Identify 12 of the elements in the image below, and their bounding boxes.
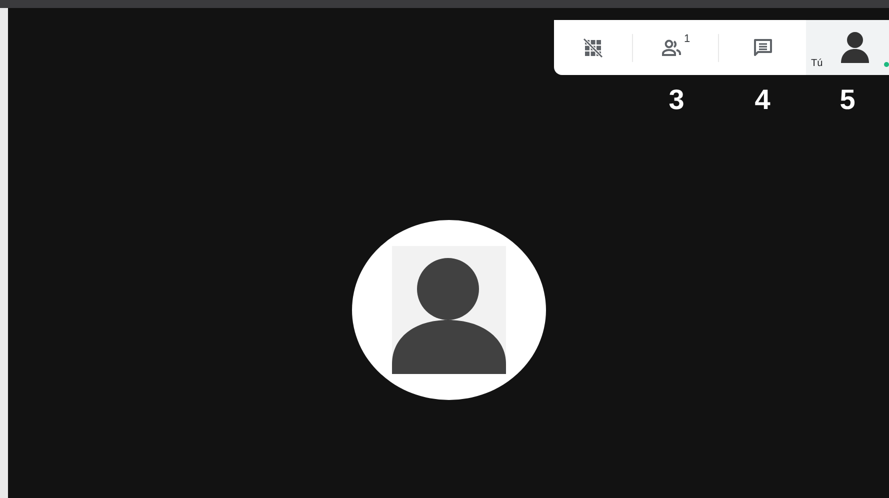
self-label: Tú xyxy=(811,58,823,69)
participant-count: 1 xyxy=(684,33,690,45)
self-tile[interactable]: Tú xyxy=(806,20,889,75)
person-icon xyxy=(392,246,506,374)
people-icon xyxy=(660,38,683,56)
participants-button[interactable]: 1 xyxy=(633,20,718,75)
avatar-icon xyxy=(838,30,872,64)
chat-icon xyxy=(752,36,774,58)
callout-number: 4 xyxy=(754,84,770,116)
callout-number: 3 xyxy=(668,84,684,116)
callout-number: 5 xyxy=(840,84,856,116)
grid-off-icon xyxy=(583,38,603,58)
